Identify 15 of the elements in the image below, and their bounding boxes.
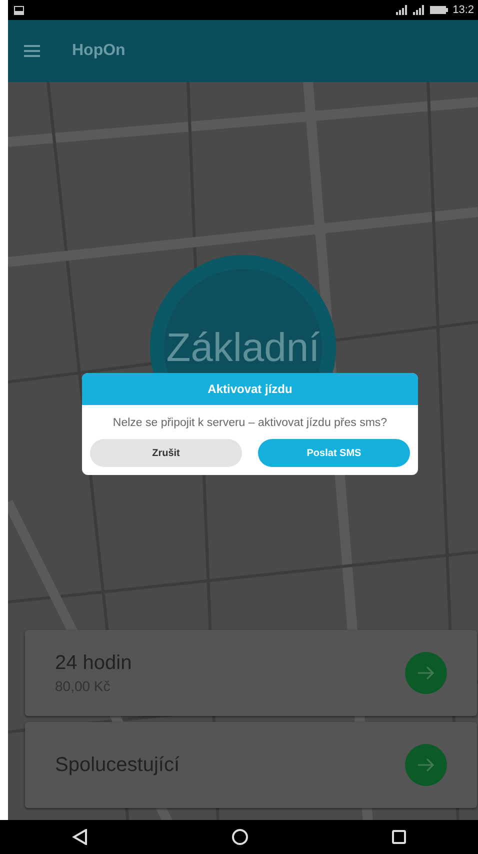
arrow-right-icon	[417, 758, 435, 772]
signal-icon	[396, 5, 408, 15]
menu-icon[interactable]	[24, 45, 40, 57]
status-time: 13:2	[452, 4, 474, 16]
signal-icon	[412, 5, 425, 15]
send-sms-button[interactable]: Poslat SMS	[258, 439, 410, 467]
battery-icon	[430, 6, 448, 14]
arrow-right-icon	[417, 666, 435, 680]
home-icon[interactable]	[232, 829, 248, 845]
app-title: HopOn	[72, 42, 126, 60]
recents-icon[interactable]	[392, 830, 406, 844]
cancel-button[interactable]: Zrušit	[90, 439, 242, 467]
back-icon[interactable]	[72, 829, 88, 845]
dialog-title: Aktivovat jízdu	[82, 373, 418, 405]
image-notification-icon	[14, 6, 24, 14]
